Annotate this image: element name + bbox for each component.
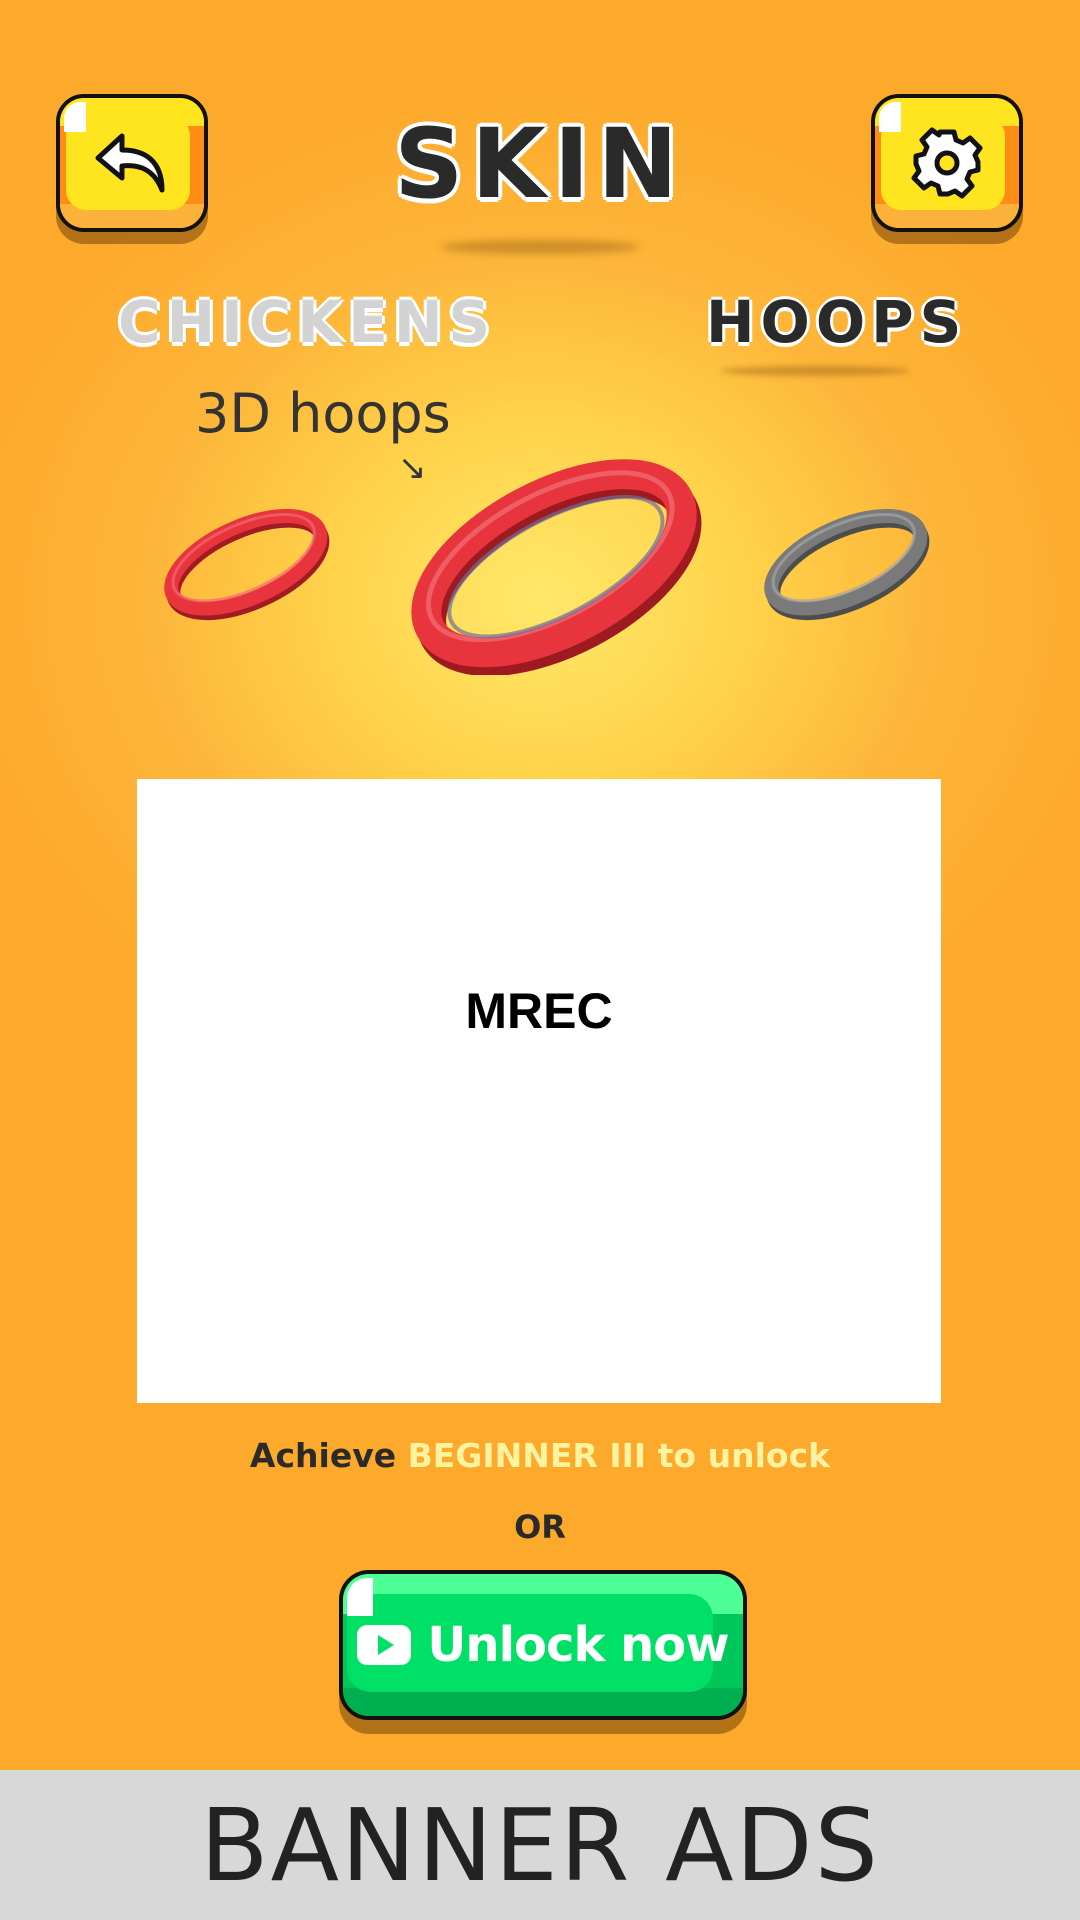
mrec-label: MREC <box>465 983 613 1039</box>
banner-ad-label: BANNER ADS <box>200 1786 880 1904</box>
unlock-suffix: to unlock <box>646 1436 831 1475</box>
hoop-option-selected[interactable] <box>395 455 715 675</box>
unlock-now-button[interactable]: Unlock now <box>339 1570 747 1720</box>
banner-ad[interactable]: BANNER ADS <box>0 1770 1080 1920</box>
hoop-option-right[interactable] <box>760 500 935 630</box>
tab-hoops-underline <box>720 366 910 376</box>
unlock-now-label: Unlock now <box>427 1617 729 1673</box>
unlock-prefix: Achieve <box>249 1436 408 1475</box>
mrec-ad[interactable]: MREC <box>137 779 941 1403</box>
tab-chickens[interactable]: CHICKENS <box>118 288 496 356</box>
unlock-condition: Achieve BEGINNER III to unlock <box>0 1436 1080 1475</box>
title-shadow <box>440 240 640 254</box>
settings-button[interactable] <box>871 94 1023 232</box>
gear-icon <box>911 127 983 199</box>
hoop-option-left[interactable] <box>160 500 335 630</box>
or-label: OR <box>514 1508 566 1546</box>
annotation-text: 3D hoops <box>195 382 451 445</box>
unlock-level: BEGINNER III <box>407 1436 647 1475</box>
play-video-icon <box>357 1625 412 1665</box>
tab-hoops[interactable]: HOOPS <box>706 288 967 356</box>
